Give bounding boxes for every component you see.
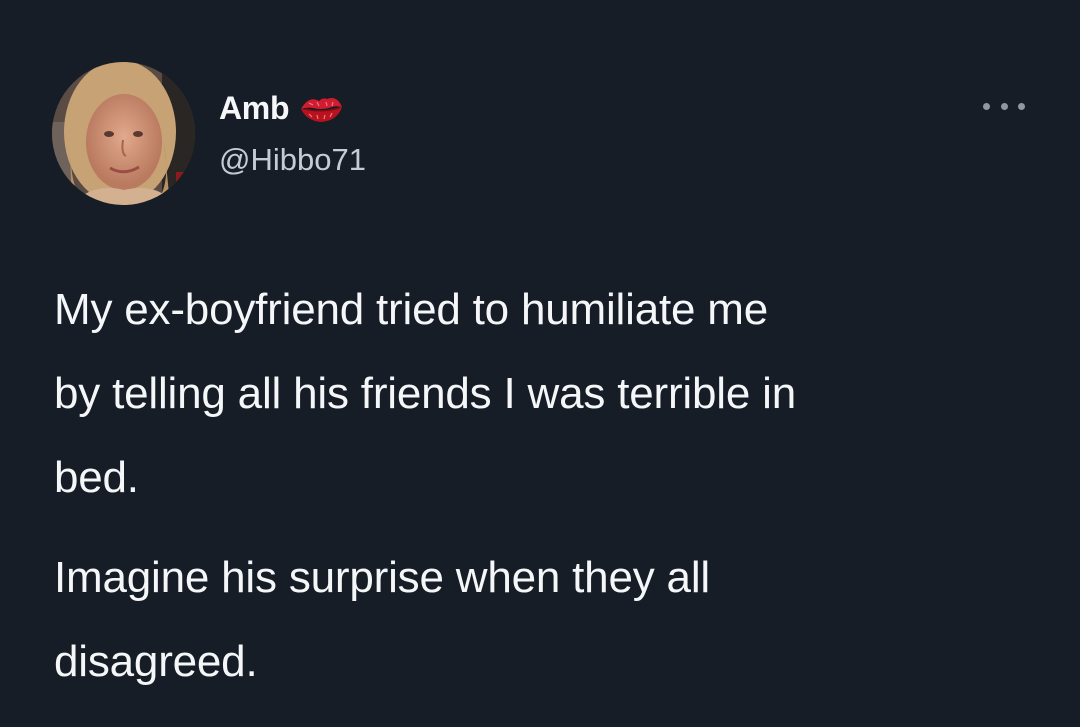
more-options-icon	[1018, 102, 1025, 110]
tweet-paragraph: My ex-boyfriend tried to humiliate me by…	[54, 285, 796, 502]
display-name[interactable]: Amb	[219, 90, 290, 127]
avatar[interactable]	[52, 62, 195, 205]
more-options-icon	[1000, 102, 1008, 110]
tweet-body: My ex-boyfriend tried to humiliate me by…	[54, 268, 1044, 704]
user-handle[interactable]: @Hibbo71	[219, 142, 366, 178]
author-name-row: Amb	[219, 86, 343, 130]
more-options-button[interactable]	[983, 96, 1025, 116]
profile-photo-avatar-icon	[52, 62, 195, 205]
tweet-card: Amb @Hibbo71 My ex-boyfriend tried to hu…	[0, 0, 1080, 727]
lips-emoji-icon	[299, 91, 343, 125]
tweet-paragraph: Imagine his surprise when they all disag…	[54, 553, 710, 686]
more-options-icon	[983, 102, 990, 110]
